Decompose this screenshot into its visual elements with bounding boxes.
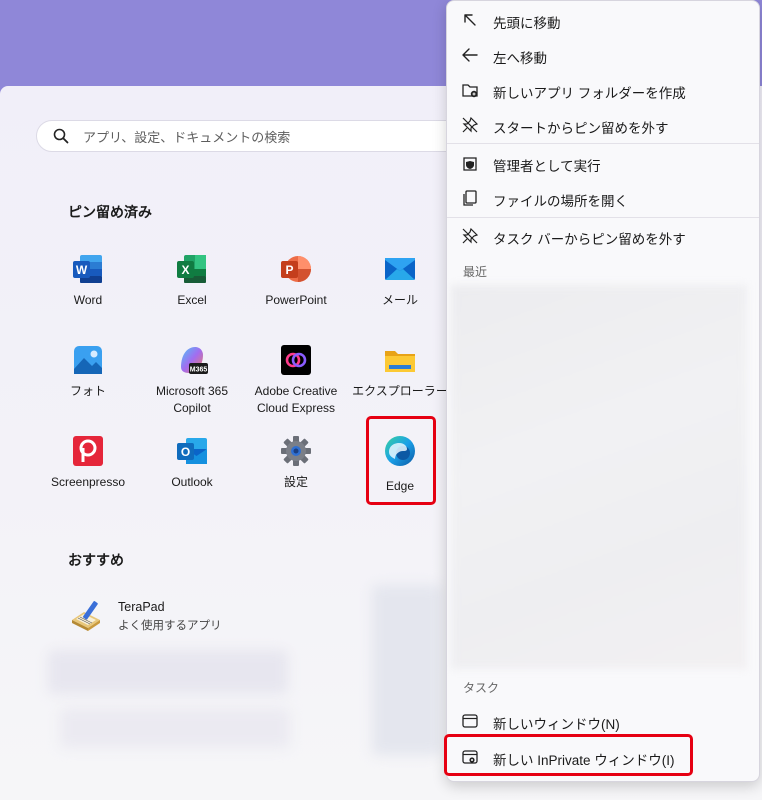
file-copy-icon (463, 190, 477, 206)
app-label: Word (73, 293, 103, 307)
app-label: Excel (177, 293, 207, 307)
edge-highlight-box (366, 416, 436, 505)
unpin-icon (462, 116, 479, 133)
menu-separator (447, 217, 759, 218)
pinned-app-mail[interactable]: メール (352, 252, 448, 336)
menu-item-move-left[interactable]: 左へ移動 (447, 38, 759, 72)
file-explorer-icon (385, 351, 415, 372)
svg-text:W: W (76, 263, 88, 277)
recommended-item-name: TeraPad (118, 600, 165, 614)
mail-icon (385, 258, 415, 280)
terapad-icon (72, 601, 100, 631)
new-folder-icon (462, 84, 478, 98)
svg-text:P: P (285, 263, 293, 277)
settings-gear-icon (281, 436, 311, 466)
app-label: 設定 (283, 475, 308, 489)
search-icon (53, 128, 69, 144)
svg-text:O: O (181, 445, 190, 459)
menu-item-label: 左へ移動 (493, 51, 547, 66)
word-icon: W (73, 255, 102, 283)
menu-item-label: 新しいウィンドウ(N) (493, 717, 620, 732)
app-label: Outlook (171, 475, 213, 489)
pinned-app-adobe-express[interactable]: Adobe Creative Cloud Express (248, 343, 344, 427)
app-label: エクスプローラー (352, 384, 448, 398)
outlook-icon: O (177, 438, 207, 464)
powerpoint-icon: P (281, 256, 311, 282)
menu-item-new-app-folder[interactable]: 新しいアプリ フォルダーを作成 (447, 73, 759, 107)
menu-item-run-as-admin[interactable]: 管理者として実行 (447, 146, 759, 180)
adobe-express-icon (281, 345, 311, 375)
inprivate-highlight-box (444, 734, 693, 776)
screenpresso-icon (73, 436, 103, 466)
blurred-recommended-item (48, 650, 288, 694)
recommended-section-title: おすすめ (68, 552, 124, 568)
recent-heading: 最近 (463, 265, 488, 279)
window-icon (462, 714, 478, 728)
pinned-app-powerpoint[interactable]: P PowerPoint (248, 252, 344, 336)
app-label: フォト (69, 384, 106, 398)
app-label: PowerPoint (265, 293, 327, 307)
app-label: Screenpresso (50, 475, 126, 489)
pinned-section-title: ピン留め済み (68, 204, 152, 220)
pinned-app-m365-copilot[interactable]: M365 Microsoft 365 Copilot (144, 343, 240, 427)
app-label: Adobe Creative Cloud Express (254, 384, 338, 415)
context-menu: 先頭に移動 左へ移動 新しいアプリ フォルダーを作成 スタートからピン留めを外す… (446, 0, 760, 782)
app-label: メール (381, 293, 418, 307)
recommended-item-subtitle: よく使用するアプリ (118, 620, 222, 632)
app-label: Microsoft 365 Copilot (155, 384, 229, 415)
blurred-recent-list (451, 285, 747, 669)
menu-item-move-to-top[interactable]: 先頭に移動 (447, 3, 759, 37)
arrow-left-icon (462, 48, 478, 62)
menu-item-label: 管理者として実行 (493, 159, 601, 174)
pinned-app-word[interactable]: W Word (40, 252, 136, 336)
svg-text:X: X (181, 263, 189, 277)
menu-item-label: 先頭に移動 (493, 16, 561, 31)
recommended-item-terapad[interactable]: TeraPad よく使用するアプリ (68, 596, 318, 636)
excel-icon: X (177, 255, 206, 283)
pinned-app-settings[interactable]: 設定 (248, 434, 344, 518)
pinned-app-photos[interactable]: フォト (40, 343, 136, 427)
menu-item-label: スタートからピン留めを外す (493, 121, 669, 136)
unpin-icon (462, 227, 479, 244)
menu-item-new-window[interactable]: 新しいウィンドウ(N) (447, 704, 759, 738)
m365-copilot-icon: M365 (181, 347, 208, 374)
shield-icon (463, 157, 477, 171)
search-box[interactable] (36, 120, 466, 153)
tasks-heading: タスク (463, 681, 500, 695)
menu-item-unpin-from-taskbar[interactable]: タスク バーからピン留めを外す (447, 219, 759, 253)
pinned-app-screenpresso[interactable]: Screenpresso (40, 434, 136, 518)
pinned-app-file-explorer[interactable]: エクスプローラー (352, 343, 448, 427)
blurred-recommended-item (60, 708, 290, 748)
menu-item-unpin-from-start[interactable]: スタートからピン留めを外す (447, 108, 759, 142)
menu-item-label: ファイルの場所を開く (493, 194, 628, 209)
search-input[interactable] (81, 121, 445, 153)
menu-separator (447, 143, 759, 144)
pinned-app-outlook[interactable]: O Outlook (144, 434, 240, 518)
pinned-app-excel[interactable]: X Excel (144, 252, 240, 336)
m365-badge: M365 (190, 367, 208, 374)
photos-icon (74, 346, 102, 374)
menu-item-label: 新しいアプリ フォルダーを作成 (493, 86, 686, 101)
blurred-recommended-item (372, 585, 442, 755)
menu-item-open-file-location[interactable]: ファイルの場所を開く (447, 181, 759, 215)
menu-item-label: タスク バーからピン留めを外す (493, 232, 686, 247)
arrow-up-left-icon (464, 14, 476, 26)
